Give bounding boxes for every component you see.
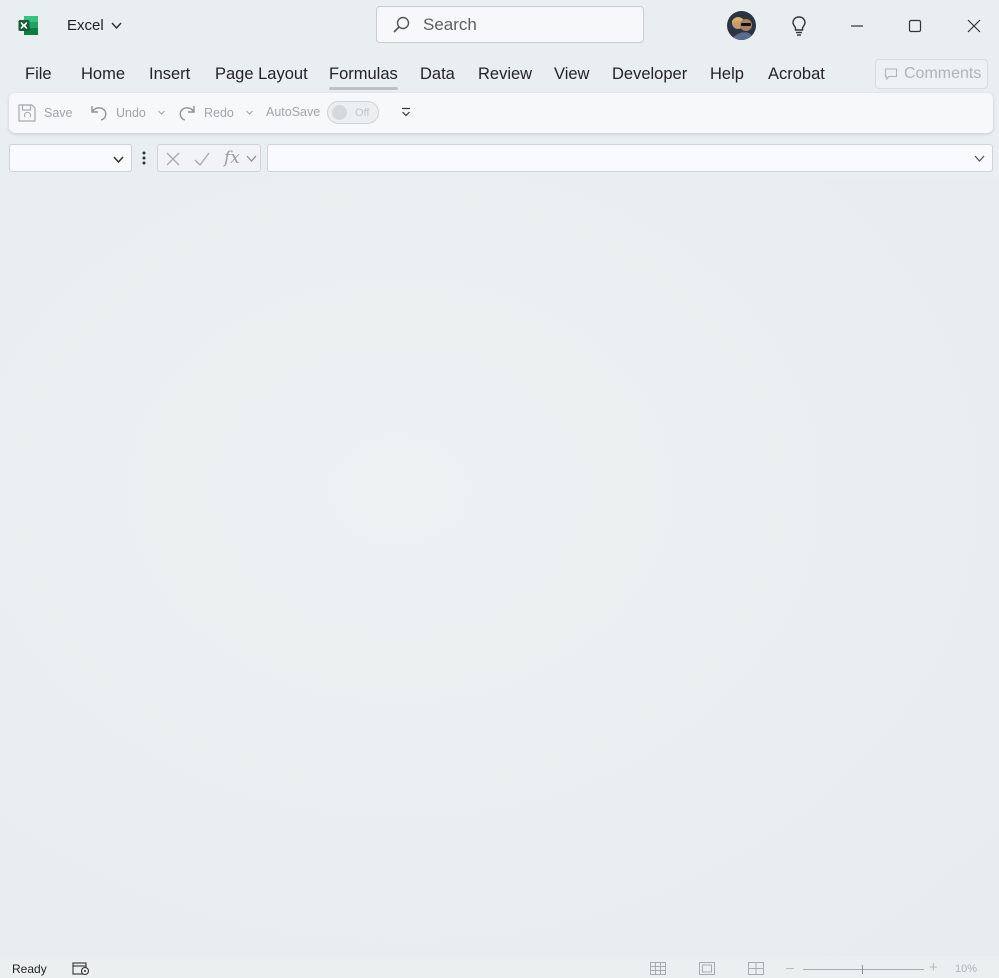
page-break-view-icon[interactable] [747, 961, 765, 976]
formula-input[interactable] [267, 144, 993, 172]
chevron-down-icon[interactable] [112, 153, 125, 166]
excel-logo-icon[interactable] [18, 15, 39, 36]
chevron-down-icon [111, 22, 122, 30]
normal-view-icon[interactable] [649, 961, 667, 976]
comments-button[interactable]: Comments [875, 59, 988, 89]
confirm-formula-icon[interactable] [193, 150, 211, 168]
maximize-button[interactable] [899, 10, 931, 42]
zoom-level[interactable]: 10% [955, 963, 977, 975]
lightbulb-icon[interactable] [788, 14, 810, 38]
avatar[interactable] [727, 11, 756, 40]
toggle-knob [332, 105, 347, 120]
autosave-label: AutoSave [266, 105, 321, 119]
close-button[interactable] [958, 10, 990, 42]
close-icon [967, 19, 981, 33]
zoom-slider[interactable] [803, 969, 924, 970]
redo-icon [179, 106, 195, 121]
undo-icon [91, 106, 107, 121]
undo-chevron-down-icon[interactable] [157, 108, 166, 117]
app-name-dropdown[interactable]: Excel [67, 17, 123, 34]
tab-page-layout[interactable]: Page Layout [215, 65, 308, 84]
comment-icon [884, 68, 898, 81]
status-bar: Ready – + 10% [0, 957, 999, 978]
redo-label: Redo [204, 106, 234, 120]
more-options-icon[interactable] [141, 150, 147, 166]
tab-view[interactable]: View [554, 65, 589, 84]
tab-formulas[interactable]: Formulas [329, 65, 398, 90]
cancel-formula-icon[interactable] [164, 150, 182, 168]
title-bar: Excel [0, 0, 999, 52]
zoom-in-button[interactable]: + [929, 959, 938, 976]
tab-file[interactable]: File [25, 65, 52, 84]
search-box[interactable] [376, 6, 644, 43]
name-box[interactable] [9, 144, 132, 172]
maximize-icon [908, 19, 922, 33]
zoom-out-button[interactable]: – [786, 959, 794, 975]
tab-home[interactable]: Home [81, 65, 125, 84]
search-icon [393, 16, 410, 33]
undo-label: Undo [116, 106, 146, 120]
app-name-label: Excel [67, 17, 104, 34]
tab-review[interactable]: Review [478, 65, 532, 84]
autosave-state: Off [355, 106, 370, 119]
expand-formula-bar-icon[interactable] [973, 152, 986, 165]
redo-chevron-down-icon[interactable] [245, 108, 254, 117]
tab-data[interactable]: Data [420, 65, 455, 84]
page-layout-view-icon[interactable] [698, 961, 716, 976]
save-button[interactable]: Save [16, 102, 73, 124]
insert-function-icon[interactable]: fx [224, 148, 240, 168]
minimize-button[interactable] [841, 10, 873, 42]
quick-access-toolbar: Save Undo Redo AutoSave Off [9, 93, 993, 133]
formula-actions: fx [157, 144, 261, 172]
save-icon [18, 104, 36, 122]
search-input[interactable] [421, 13, 625, 36]
tab-developer[interactable]: Developer [612, 65, 687, 84]
minimize-icon [851, 25, 863, 27]
chevron-down-icon[interactable] [245, 152, 258, 165]
empty-workspace [0, 180, 999, 956]
tab-insert[interactable]: Insert [149, 65, 190, 84]
zoom-slider-thumb[interactable] [862, 965, 863, 974]
autosave-toggle[interactable]: Off [327, 101, 379, 124]
ribbon-tabs: File Home Insert Page Layout Formulas Da… [0, 58, 999, 92]
customize-toolbar-icon[interactable] [399, 105, 413, 119]
autosave-label-wrap: AutoSave [266, 105, 320, 119]
save-label: Save [44, 106, 73, 120]
accessibility-icon[interactable] [72, 961, 90, 976]
tab-acrobat[interactable]: Acrobat [768, 65, 825, 84]
tab-help[interactable]: Help [710, 65, 744, 84]
redo-button[interactable]: Redo [176, 102, 234, 124]
comments-label: Comments [904, 65, 982, 82]
undo-button[interactable]: Undo [88, 102, 146, 124]
status-text: Ready [12, 962, 47, 976]
